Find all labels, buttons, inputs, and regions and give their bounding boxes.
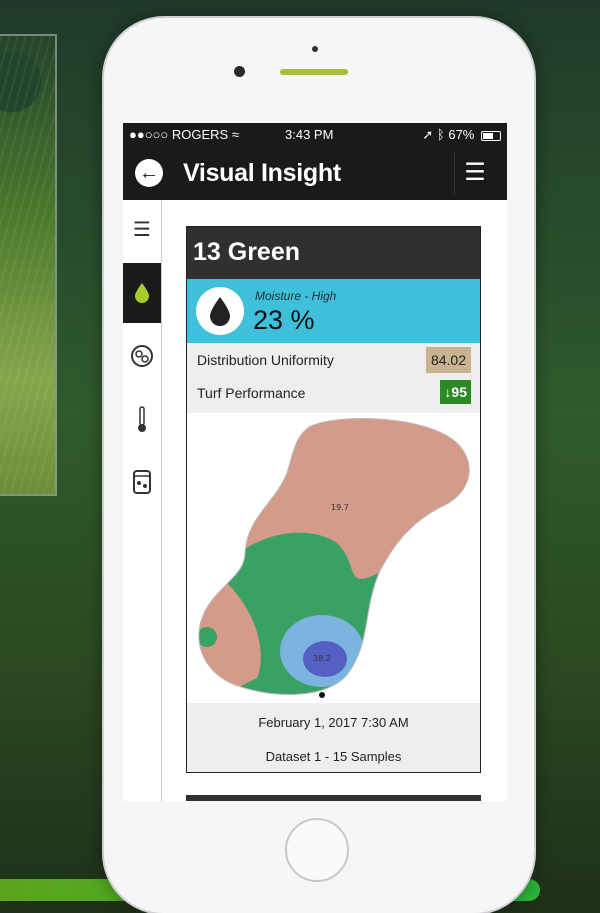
bluetooth-icon: ᛒ <box>436 127 445 142</box>
menu-icon: ☰ <box>133 219 151 241</box>
moisture-value: 23 % <box>253 305 315 335</box>
battery-percent: 67% <box>448 127 475 142</box>
battery-icon <box>481 130 501 141</box>
front-sensor <box>312 46 318 52</box>
moisture-panel[interactable]: Moisture - High 23 % <box>187 279 480 343</box>
phone-frame: ●●○○○ ROGERS ≈ 3:43 PM ➚ ᛒ 67% ← Visual … <box>104 18 534 913</box>
sensor-canister-icon <box>133 470 151 494</box>
water-drop-icon <box>210 297 230 326</box>
sidebar-item-salinity[interactable] <box>123 326 161 386</box>
pin-marker[interactable] <box>319 692 325 698</box>
turf-performance-value: 95 <box>451 384 467 400</box>
distribution-uniformity-value: 84.02 <box>425 347 471 373</box>
salinity-icon <box>131 345 153 367</box>
location-icon: ➚ <box>422 127 434 142</box>
green-heatmap: 19.7 38.2 <box>198 418 470 698</box>
map-value-label: 38.2 <box>313 654 331 663</box>
next-card-header <box>186 795 481 801</box>
metric-label: Turf Performance <box>197 385 306 401</box>
map-value-label: 19.7 <box>331 503 349 512</box>
turf-performance-badge: ↓95 <box>440 380 471 404</box>
metric-row-distribution: Distribution Uniformity 84.02 <box>187 343 480 376</box>
status-bar: ●●○○○ ROGERS ≈ 3:43 PM ➚ ᛒ 67% <box>123 123 507 146</box>
thermometer-icon <box>138 406 146 432</box>
app-header: ← Visual Insight ☰ <box>123 146 507 200</box>
reading-timestamp: February 1, 2017 7:30 AM <box>258 715 409 730</box>
moisture-level-label: Moisture - High <box>255 289 337 303</box>
sidebar-menu-button[interactable]: ☰ <box>123 200 161 260</box>
menu-button[interactable]: ☰ <box>454 152 495 194</box>
back-button[interactable]: ← <box>135 159 163 187</box>
signal-icon: ●●○○○ <box>129 127 169 142</box>
sidebar: ☰ <box>123 200 162 801</box>
golf-course-photo <box>0 36 55 494</box>
moisture-map[interactable]: 19.7 38.2 <box>187 413 480 703</box>
moisture-drop-icon <box>135 283 149 303</box>
moisture-icon-badge <box>196 287 244 335</box>
app-title: Visual Insight <box>183 159 341 187</box>
hamburger-icon: ☰ <box>464 159 486 186</box>
home-button[interactable] <box>285 818 349 882</box>
carrier-label: ROGERS <box>171 127 229 142</box>
dataset-label: Dataset 1 - 15 Samples <box>265 749 402 764</box>
earpiece-speaker <box>280 69 348 75</box>
front-camera <box>234 66 245 77</box>
arrow-left-icon: ← <box>139 162 159 184</box>
sidebar-item-sensor[interactable] <box>123 452 161 512</box>
sidebar-item-temperature[interactable] <box>123 389 161 449</box>
app-screen: ●●○○○ ROGERS ≈ 3:43 PM ➚ ᛒ 67% ← Visual … <box>123 123 507 801</box>
card-title: 13 Green <box>193 238 301 266</box>
wifi-icon: ≈ <box>231 127 239 142</box>
card-header: 13 Green <box>187 227 480 279</box>
metric-label: Distribution Uniformity <box>197 352 334 368</box>
metrics-list: Distribution Uniformity 84.02 Turf Perfo… <box>187 343 480 413</box>
medium-moisture-spot <box>198 627 217 647</box>
metric-row-turf: Turf Performance ↓95 <box>187 376 480 409</box>
card-footer: February 1, 2017 7:30 AM Dataset 1 - 15 … <box>187 703 480 772</box>
status-time: 3:43 PM <box>285 127 334 142</box>
green-detail-card: 13 Green Moisture - High 23 % Distributi… <box>186 226 481 773</box>
sidebar-item-moisture[interactable] <box>123 263 161 323</box>
